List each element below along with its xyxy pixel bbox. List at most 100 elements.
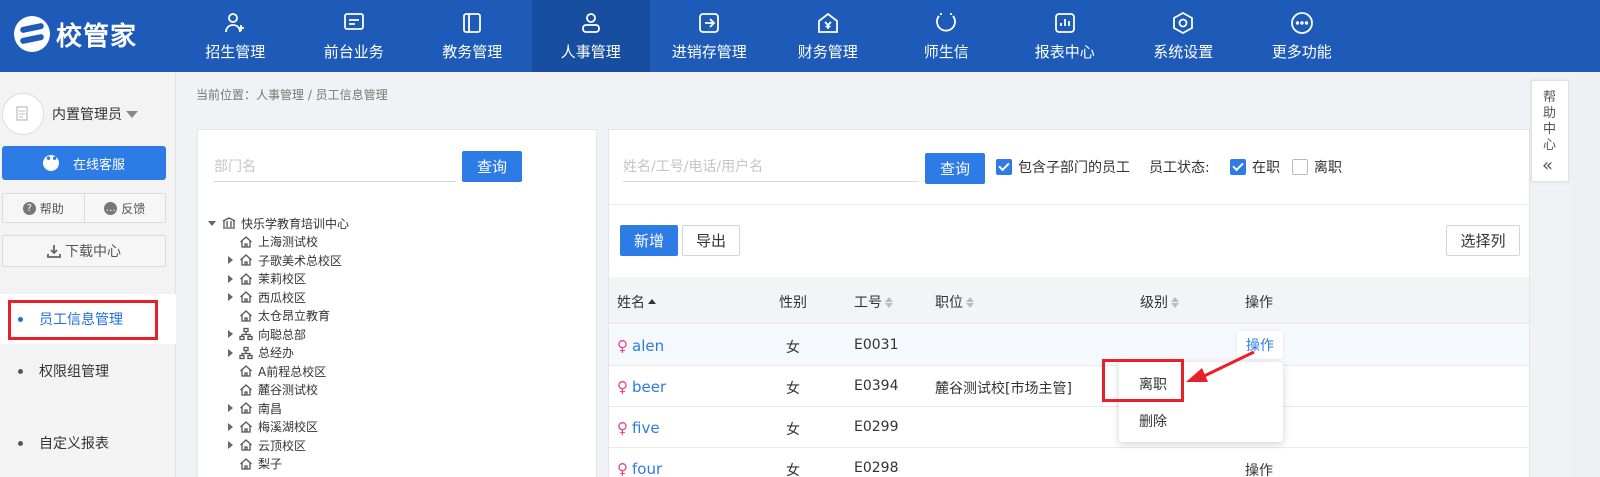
tree-node[interactable]: 太仓昂立教育 xyxy=(228,307,330,325)
user-plus-icon xyxy=(223,11,247,35)
book-icon xyxy=(460,11,484,35)
include-sub-dept-checkbox[interactable]: 包含子部门的员工 xyxy=(996,157,1130,177)
online-service-button[interactable]: 在线客服 xyxy=(2,146,166,180)
home-icon xyxy=(239,309,253,323)
column-label: 姓名 xyxy=(617,295,645,311)
tree-node[interactable]: 上海测试校 xyxy=(228,233,318,251)
help-center-label: 帮助中心 xyxy=(1543,90,1557,153)
employee-name-link[interactable]: ♀ five xyxy=(617,419,660,437)
expand-right-icon[interactable] xyxy=(228,330,233,338)
feedback-button[interactable]: … 反馈 xyxy=(83,194,166,222)
female-icon: ♀ xyxy=(617,419,628,437)
nav-item-front-desk[interactable]: 前台业务 xyxy=(295,0,414,72)
employee-name-link[interactable]: ♀ beer xyxy=(617,378,666,396)
select-columns-button[interactable]: 选择列 xyxy=(1446,225,1520,256)
help-button[interactable]: ? 帮助 xyxy=(3,194,84,222)
column-header-name[interactable]: 姓名 xyxy=(617,292,656,312)
nav-label: 师生信 xyxy=(923,42,969,61)
employee-name: alen xyxy=(632,337,665,355)
nav-item-reports[interactable]: 报表中心 xyxy=(1006,0,1125,72)
expand-right-icon[interactable] xyxy=(228,348,233,357)
column-header-level[interactable]: 级别 xyxy=(1140,292,1179,312)
sidebar-item-permission-groups[interactable]: 权限组管理 xyxy=(0,346,176,396)
nav-item-academic[interactable]: 教务管理 xyxy=(413,0,532,72)
employee-query-button[interactable]: 查询 xyxy=(925,153,985,184)
help-center-tab[interactable]: 帮助中心 « xyxy=(1531,80,1569,182)
status-resigned-label: 离职 xyxy=(1314,160,1342,176)
collapse-icon[interactable]: « xyxy=(1542,155,1553,176)
actions-cell[interactable]: 操作 xyxy=(1245,460,1273,477)
status-active-checkbox[interactable]: 在职 xyxy=(1230,157,1280,177)
tree-node[interactable]: 西瓜校区 xyxy=(228,288,306,306)
tree-node[interactable]: 向聪总部 xyxy=(228,325,306,343)
nav-label: 系统设置 xyxy=(1153,42,1214,61)
home-icon xyxy=(239,272,253,286)
tree-node[interactable]: 茉莉校区 xyxy=(228,270,306,288)
female-icon: ♀ xyxy=(617,337,628,355)
nav-item-more[interactable]: 更多功能 xyxy=(1243,0,1362,72)
tree-node[interactable]: 总经办 xyxy=(228,344,294,362)
tree-node[interactable]: 南昌 xyxy=(228,399,282,417)
sidebar-item-custom-reports[interactable]: 自定义报表 xyxy=(0,418,176,468)
expand-right-icon[interactable] xyxy=(228,441,233,449)
home-icon xyxy=(239,290,253,304)
nav-item-settings[interactable]: 系统设置 xyxy=(1124,0,1243,72)
nav-item-finance[interactable]: 财务管理 xyxy=(769,0,888,72)
download-center-button[interactable]: 下载中心 xyxy=(2,235,166,267)
expand-right-icon[interactable] xyxy=(228,256,233,264)
export-button[interactable]: 导出 xyxy=(682,225,740,256)
expand-right-icon[interactable] xyxy=(228,422,233,431)
gender-cell: 女 xyxy=(786,422,800,438)
tree-node[interactable]: 云顶校区 xyxy=(228,436,306,454)
scrollbar[interactable] xyxy=(1569,72,1600,477)
tree-node[interactable]: 子歌美术总校区 xyxy=(228,251,342,269)
column-header-staff-id[interactable]: 工号 xyxy=(854,292,893,312)
tree-node[interactable]: 快乐学教育培训中心 xyxy=(208,214,349,232)
sort-asc-icon xyxy=(648,299,656,305)
table-row[interactable]: ♀ beer 女 E0394 麓谷测试校[市场主管] xyxy=(609,366,1529,407)
gender-cell: 女 xyxy=(786,340,800,356)
sort-icon xyxy=(1171,296,1179,308)
employee-name-link[interactable]: ♀ four xyxy=(617,460,662,477)
nav-item-inventory[interactable]: 进销存管理 xyxy=(650,0,769,72)
employee-name: four xyxy=(632,460,663,477)
department-search-input[interactable] xyxy=(214,152,456,182)
nav-item-messages[interactable]: 师生信 xyxy=(887,0,1006,72)
user-menu[interactable]: 内置管理员 xyxy=(2,92,138,136)
expand-right-icon[interactable] xyxy=(228,274,233,283)
bullet-icon xyxy=(18,440,23,446)
table-row[interactable]: ♀ five 女 E0299 xyxy=(609,407,1529,448)
column-header-position[interactable]: 职位 xyxy=(935,292,974,312)
avatar-icon xyxy=(16,106,28,121)
checkbox-unchecked-icon xyxy=(1292,159,1308,175)
logo-icon xyxy=(14,16,50,52)
feedback-label: 反馈 xyxy=(121,201,146,216)
tree-node[interactable]: 梅溪湖校区 xyxy=(228,418,318,436)
delete-menu-item[interactable]: 删除 xyxy=(1139,411,1167,431)
tree-node-label: 西瓜校区 xyxy=(258,290,307,305)
tree-node[interactable]: 梨子 xyxy=(228,455,282,473)
employee-name-link[interactable]: ♀ alen xyxy=(617,337,664,355)
expand-right-icon[interactable] xyxy=(228,293,233,301)
employee-search-input[interactable] xyxy=(623,152,919,182)
table-row[interactable]: ♀ alen 女 E0031 操作 xyxy=(609,325,1529,366)
annotation-arrow-icon xyxy=(1186,350,1255,382)
expand-down-icon[interactable] xyxy=(208,220,216,226)
nav-item-recruit[interactable]: 招生管理 xyxy=(176,0,295,72)
tree-node-label: 云顶校区 xyxy=(258,438,307,453)
home-icon xyxy=(239,457,253,471)
table-row[interactable]: ♀ four 女 E0298 操作 xyxy=(609,448,1529,477)
home-icon xyxy=(239,235,253,249)
tree-node[interactable]: 麓谷测试校 xyxy=(228,381,318,399)
gender-cell: 女 xyxy=(786,463,800,477)
expand-right-icon[interactable] xyxy=(228,404,233,412)
home-icon xyxy=(239,364,253,378)
tree-node-label: 麓谷测试校 xyxy=(258,383,319,397)
tree-node[interactable]: A前程总校区 xyxy=(228,362,326,380)
add-employee-button[interactable]: 新增 xyxy=(620,225,678,256)
table-header: 姓名 性别 工号 职位 级别 操作 xyxy=(609,277,1529,324)
department-query-button[interactable]: 查询 xyxy=(462,151,522,182)
status-resigned-checkbox[interactable]: 离职 xyxy=(1292,157,1342,177)
logo[interactable]: 校管家 xyxy=(14,14,137,54)
nav-item-hr[interactable]: 人事管理 xyxy=(531,0,650,72)
